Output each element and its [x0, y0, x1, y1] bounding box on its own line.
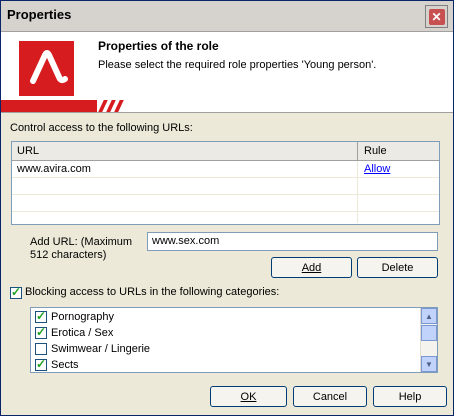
url-table: URL Rule www.avira.com Allow: [11, 141, 440, 225]
close-icon: ✕: [428, 8, 445, 25]
avira-logo-icon: [19, 41, 74, 96]
scroll-thumb[interactable]: [421, 325, 437, 341]
rule-link[interactable]: Allow: [364, 163, 390, 175]
url-section-label: Control access to the following URLs:: [10, 122, 193, 134]
header-title: Properties of the role: [98, 39, 219, 53]
category-scrollbar[interactable]: ▲ ▼: [420, 308, 437, 372]
title-bar: Properties ✕: [1, 1, 453, 32]
category-list: Pornography Erotica / Sex Swimwear / Lin…: [30, 307, 438, 373]
scroll-down-icon[interactable]: ▼: [421, 356, 437, 372]
table-row-empty: [12, 195, 439, 212]
category-checkbox-pornography[interactable]: [35, 309, 47, 323]
help-button[interactable]: Help: [373, 386, 447, 407]
add-url-label-line1: Add URL: (Maximum: [30, 236, 133, 248]
table-row-empty: [12, 212, 439, 223]
brand-stripe-bar: [1, 100, 453, 112]
scroll-up-icon[interactable]: ▲: [421, 308, 437, 324]
add-url-input[interactable]: www.sex.com: [147, 232, 438, 251]
url-table-header: URL Rule: [12, 142, 439, 161]
dialog-header: Properties of the role Please select the…: [1, 32, 453, 113]
url-cell: www.avira.com: [17, 163, 91, 175]
add-button[interactable]: Add: [271, 257, 352, 278]
window-title: Properties: [7, 7, 72, 22]
block-categories-label: Blocking access to URLs in the following…: [25, 286, 280, 298]
close-button[interactable]: ✕: [425, 5, 448, 28]
properties-dialog: Properties ✕ Properties of the role Plea…: [0, 0, 454, 416]
add-url-label-line2: 512 characters): [30, 249, 107, 261]
header-subtitle: Please select the required role properti…: [98, 59, 377, 71]
cancel-button[interactable]: Cancel: [293, 386, 367, 407]
column-header-url[interactable]: URL: [12, 142, 358, 160]
category-checkbox-sects[interactable]: [35, 357, 47, 371]
block-categories-checkbox[interactable]: [10, 285, 22, 299]
category-checkbox-swimwear-lingerie[interactable]: [35, 343, 47, 355]
delete-button[interactable]: Delete: [357, 257, 438, 278]
ok-button[interactable]: OK: [210, 386, 287, 407]
category-checkbox-erotica-sex[interactable]: [35, 325, 47, 339]
table-row[interactable]: www.avira.com Allow: [12, 161, 439, 178]
table-row-empty: [12, 178, 439, 195]
